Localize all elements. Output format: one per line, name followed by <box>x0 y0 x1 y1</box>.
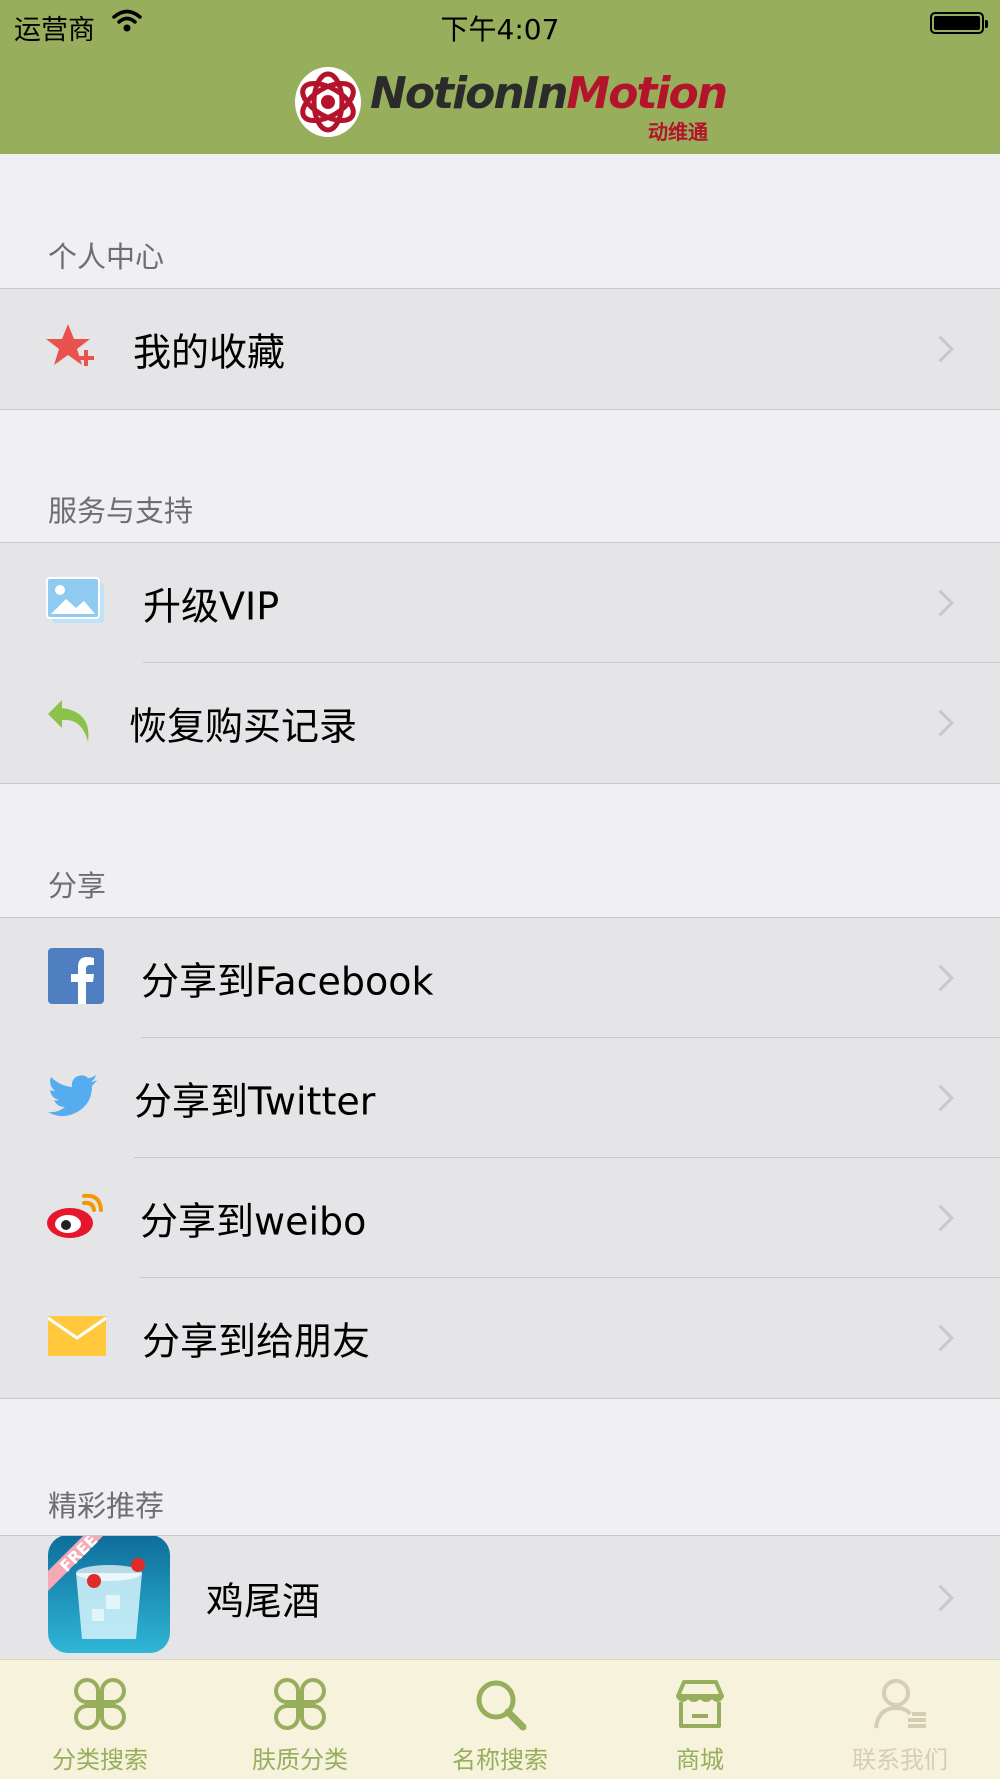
section-header-recommend: 精彩推荐 <box>48 1489 165 1523</box>
chevron-right-icon <box>927 1084 954 1112</box>
cell-label: 鸡尾酒 <box>206 1579 321 1624</box>
tab-contact-us[interactable]: 联系我们 <box>800 1660 1000 1779</box>
group-service: 升级VIP 恢复购买记录 <box>0 542 1000 784</box>
envelope-icon <box>47 1316 107 1360</box>
cell-restore-purchase[interactable]: 恢复购买记录 <box>0 663 1000 783</box>
cell-label: 我的收藏 <box>133 330 286 375</box>
store-icon <box>676 1680 724 1728</box>
logo-swirl-icon <box>295 67 361 137</box>
app-logo: NotionInMotion 动维通 <box>292 60 728 146</box>
group-personal: 我的收藏 <box>0 288 1000 410</box>
magnifier-icon <box>476 1680 527 1731</box>
chevron-right-icon <box>927 709 954 737</box>
chevron-right-icon <box>927 589 954 617</box>
logo-subtitle: 动维通 <box>648 120 708 144</box>
section-header-personal: 个人中心 <box>48 240 165 274</box>
tab-label: 名称搜索 <box>452 1746 548 1774</box>
tab-label: 商城 <box>676 1746 724 1774</box>
cell-label: 恢复购买记录 <box>129 704 358 749</box>
cell-share-twitter[interactable]: 分享到Twitter <box>0 1038 1000 1158</box>
navigation-bar: 运营商 下午4:07 NotionInMotion 动维通 <box>0 0 1000 154</box>
twitter-icon <box>48 1075 98 1121</box>
cell-upgrade-vip[interactable]: 升级VIP <box>0 543 1000 663</box>
tab-category-search[interactable]: 分类搜索 <box>0 1660 200 1779</box>
cell-label: 分享到weibo <box>140 1199 367 1244</box>
clover-icon <box>74 1678 126 1730</box>
weibo-icon <box>46 1192 104 1244</box>
cell-label: 分享到Twitter <box>134 1079 376 1124</box>
cocktail-app-icon: FREE <box>48 1536 170 1657</box>
tab-bar: 分类搜索 肤质分类 名称搜索 商城 联系我们 <box>0 1659 1000 1779</box>
tab-label: 分类搜索 <box>52 1746 148 1774</box>
undo-arrow-icon <box>46 696 94 750</box>
tab-label: 联系我们 <box>852 1746 948 1774</box>
cell-label: 分享到Facebook <box>141 959 434 1004</box>
facebook-icon <box>48 948 104 1008</box>
group-share: 分享到Facebook 分享到Twitter 分享到weibo 分享到给朋友 <box>0 917 1000 1399</box>
star-plus-icon <box>46 322 96 376</box>
photo-icon <box>46 577 106 629</box>
tab-name-search[interactable]: 名称搜索 <box>400 1660 600 1779</box>
cell-label: 升级VIP <box>143 584 280 629</box>
tab-skin-type[interactable]: 肤质分类 <box>200 1660 400 1779</box>
tab-store[interactable]: 商城 <box>600 1660 800 1779</box>
clover-icon <box>274 1678 326 1730</box>
logo-wordmark: NotionInMotion <box>370 68 728 119</box>
cell-share-weibo[interactable]: 分享到weibo <box>0 1158 1000 1278</box>
cell-label: 分享到给朋友 <box>142 1319 371 1364</box>
chevron-right-icon <box>927 1584 954 1612</box>
contact-person-icon <box>874 1679 926 1729</box>
cell-share-facebook[interactable]: 分享到Facebook <box>0 918 1000 1038</box>
chevron-right-icon <box>927 335 954 363</box>
chevron-right-icon <box>927 1324 954 1352</box>
group-recommend: FREE 鸡尾酒 <box>0 1535 1000 1660</box>
chevron-right-icon <box>927 964 954 992</box>
cell-favorites[interactable]: 我的收藏 <box>0 289 1000 409</box>
tab-label: 肤质分类 <box>252 1746 348 1774</box>
cell-share-friends[interactable]: 分享到给朋友 <box>0 1278 1000 1398</box>
cell-app-cocktail[interactable]: FREE 鸡尾酒 <box>0 1536 1000 1656</box>
chevron-right-icon <box>927 1204 954 1232</box>
section-header-share: 分享 <box>48 869 107 903</box>
battery-icon <box>930 12 988 34</box>
section-header-service: 服务与支持 <box>48 494 194 528</box>
status-bar: 运营商 下午4:07 <box>0 0 1000 50</box>
clock-label: 下午4:07 <box>440 13 560 46</box>
